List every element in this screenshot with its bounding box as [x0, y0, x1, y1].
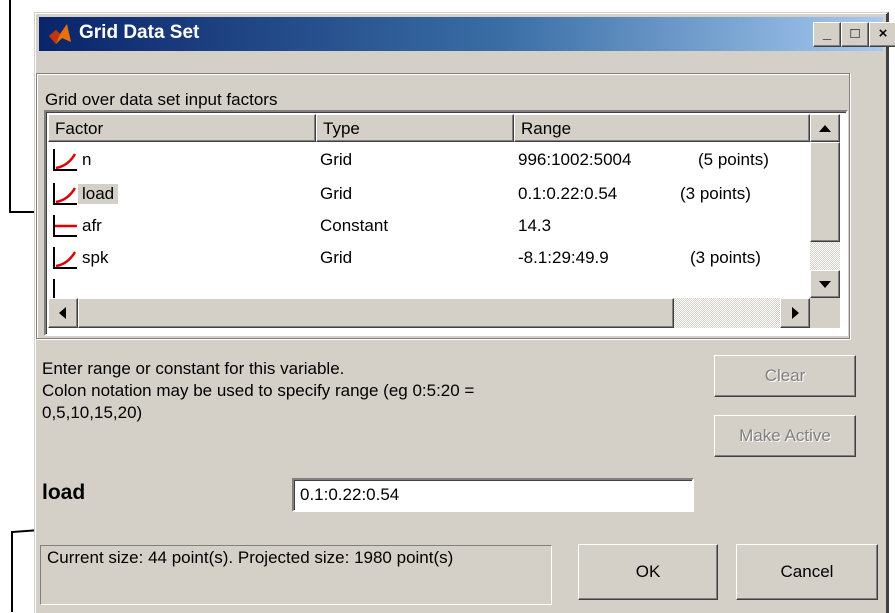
column-header-factor[interactable]: Factor — [48, 114, 316, 142]
vertical-scroll-thumb[interactable] — [810, 142, 840, 242]
table-row-n[interactable]: n Grid 996:1002:5004 (5 points) — [48, 144, 810, 176]
column-header-range[interactable]: Range — [514, 114, 810, 142]
title-bar[interactable]: Grid Data Set _ □ × — [39, 17, 895, 51]
scroll-down-button[interactable] — [810, 270, 840, 298]
factor-name: load — [78, 184, 119, 204]
horizontal-scrollbar[interactable] — [48, 298, 840, 328]
scroll-corner — [810, 298, 840, 328]
vertical-scrollbar[interactable] — [810, 114, 840, 298]
graph-icon — [53, 183, 77, 205]
factor-range: 996:1002:5004 — [518, 150, 632, 169]
group-label: Grid over data set input factors — [45, 90, 278, 109]
scroll-up-button[interactable] — [810, 114, 840, 142]
column-header-type[interactable]: Type — [316, 114, 514, 142]
horizontal-scroll-thumb[interactable] — [78, 298, 674, 328]
factor-range: -8.1:29:49.9 — [518, 248, 609, 267]
factor-type: Grid — [320, 184, 353, 203]
factor-name: afr — [82, 216, 102, 235]
table-row-afr[interactable]: afr Constant 14.3 — [48, 210, 810, 242]
matlab-logo-icon — [49, 24, 71, 44]
constant-icon — [53, 215, 77, 237]
factor-points: (3 points) — [680, 184, 751, 203]
size-status-text: Current size: 44 point(s). Projected siz… — [40, 545, 552, 605]
factor-type: Constant — [320, 216, 389, 235]
minimize-button[interactable]: _ — [813, 22, 841, 47]
cancel-button[interactable]: Cancel — [736, 544, 878, 600]
factor-range: 14.3 — [518, 216, 552, 235]
arrow-down-icon — [819, 281, 831, 288]
arrow-right-icon — [792, 307, 799, 319]
close-button[interactable]: × — [869, 22, 895, 47]
ok-button[interactable]: OK — [578, 544, 718, 600]
graph-icon — [53, 279, 55, 298]
factor-type: Grid — [320, 150, 353, 169]
factor-range: 0.1:0.22:0.54 — [518, 184, 618, 203]
range-value-input[interactable] — [292, 478, 694, 512]
arrow-up-icon — [819, 125, 831, 132]
table-row-spk[interactable]: spk Grid -8.1:29:49.9 (3 points) — [48, 242, 810, 274]
factor-name: n — [82, 150, 92, 169]
clear-button[interactable]: Clear — [714, 355, 856, 397]
table-row-load[interactable]: load Grid 0.1:0.22:0.54 (3 points) — [48, 178, 810, 210]
instructions-line-3: 0,5,10,15,20) — [42, 403, 143, 422]
arrow-left-icon — [59, 307, 66, 319]
make-active-button[interactable]: Make Active — [714, 415, 856, 457]
partial-row-icon — [48, 278, 78, 298]
factor-type: Grid — [320, 248, 353, 267]
variable-name-label: load — [42, 481, 86, 504]
factor-name: spk — [82, 248, 109, 267]
instructions-line-1: Enter range or constant for this variabl… — [42, 359, 345, 378]
factor-list[interactable]: Factor Type Range n Grid 996:1002:5004 (… — [44, 110, 848, 336]
factor-points: (3 points) — [690, 248, 761, 267]
instructions-text: Enter range or constant for this variabl… — [42, 358, 642, 424]
factor-points: (5 points) — [698, 150, 769, 169]
maximize-button[interactable]: □ — [841, 22, 869, 47]
graph-icon — [53, 149, 77, 171]
graph-icon — [53, 247, 77, 269]
scroll-right-button[interactable] — [780, 298, 810, 328]
scroll-left-button[interactable] — [48, 298, 78, 328]
window-title: Grid Data Set — [79, 22, 200, 43]
instructions-line-2: Colon notation may be used to specify ra… — [42, 381, 475, 400]
